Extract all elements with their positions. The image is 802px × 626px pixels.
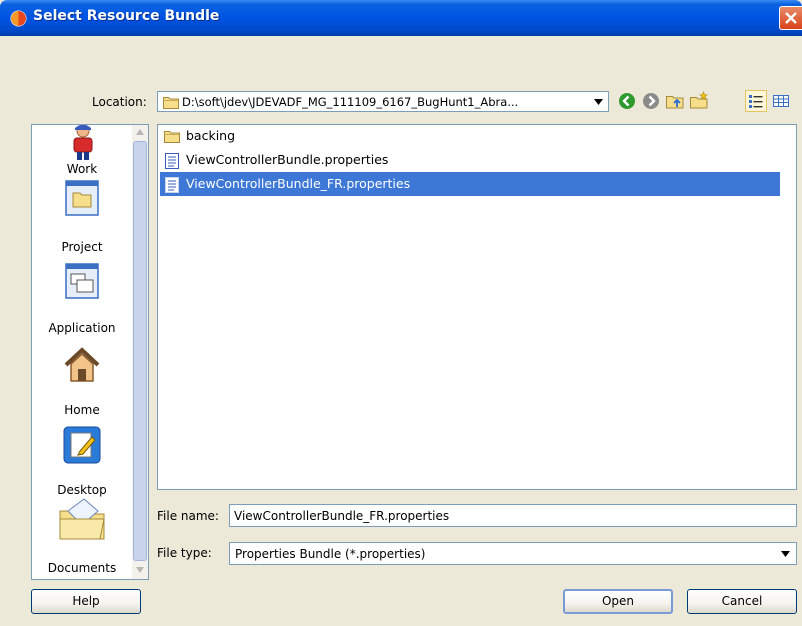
file-item-viewcontrollerbundle-fr[interactable]: ViewControllerBundle_FR.properties — [160, 172, 780, 196]
list-view-icon — [749, 95, 763, 108]
place-label: Project — [61, 240, 103, 254]
close-button[interactable] — [779, 6, 802, 30]
file-name-text: ViewControllerBundle_FR.properties — [186, 176, 411, 191]
documents-icon — [59, 498, 105, 540]
folder-icon — [163, 97, 179, 109]
forward-icon — [643, 93, 659, 109]
oracle-app-icon — [10, 10, 27, 27]
help-button[interactable]: Help — [31, 589, 141, 614]
dialog-title: Select Resource Bundle — [33, 8, 220, 24]
up-folder-button[interactable] — [665, 91, 685, 111]
document-icon — [165, 177, 179, 193]
file-list: backing ViewControllerBundle.properties … — [157, 124, 797, 490]
places-scrollbar[interactable] — [132, 125, 148, 579]
home-icon — [64, 347, 100, 382]
file-item-backing[interactable]: backing — [160, 124, 780, 148]
back-icon — [619, 93, 635, 109]
file-name-input[interactable] — [229, 504, 797, 527]
places-sidebar: Work Project Application Home Desktop Do… — [31, 124, 149, 580]
file-name-text: ViewControllerBundle.properties — [186, 152, 389, 167]
new-folder-button[interactable] — [689, 91, 709, 111]
place-label: Desktop — [57, 483, 107, 497]
file-name-label: File name: — [157, 509, 219, 523]
project-icon — [65, 180, 99, 216]
back-button[interactable] — [617, 91, 637, 111]
file-type-value: Properties Bundle (*.properties) — [235, 547, 426, 561]
application-icon — [65, 263, 99, 299]
select-resource-bundle-dialog: Select Resource Bundle Location: D:\soft… — [0, 0, 802, 626]
close-icon — [785, 12, 797, 24]
chevron-down-icon — [781, 551, 790, 557]
open-button[interactable]: Open — [563, 589, 673, 614]
person-icon — [73, 125, 93, 160]
place-label: Application — [48, 321, 116, 335]
scrollbar-thumb[interactable] — [133, 141, 147, 561]
place-label: Documents — [47, 561, 117, 575]
location-combo[interactable]: D:\soft\jdev\JDEVADF_MG_111109_6167_BugH… — [157, 91, 609, 112]
list-view-button[interactable] — [745, 90, 767, 112]
place-label: Home — [64, 403, 100, 417]
scroll-down-icon — [136, 567, 144, 573]
details-view-icon — [773, 95, 789, 107]
new-folder-icon — [690, 91, 708, 109]
cancel-button[interactable]: Cancel — [687, 589, 797, 614]
up-folder-icon — [666, 96, 684, 109]
file-item-viewcontrollerbundle[interactable]: ViewControllerBundle.properties — [160, 148, 780, 172]
place-label: Work — [66, 162, 98, 176]
document-icon — [165, 153, 179, 169]
file-type-select[interactable]: Properties Bundle (*.properties) — [229, 542, 797, 565]
folder-icon — [164, 131, 180, 143]
title-bar: Select Resource Bundle — [0, 0, 802, 36]
details-view-button[interactable] — [771, 91, 791, 111]
chevron-down-icon — [594, 99, 603, 105]
file-name-text: backing — [186, 128, 236, 143]
scroll-up-icon — [136, 129, 144, 135]
desktop-icon — [63, 426, 101, 464]
location-value: D:\soft\jdev\JDEVADF_MG_111109_6167_BugH… — [182, 95, 519, 109]
file-type-label: File type: — [157, 546, 212, 560]
location-label: Location: — [92, 95, 147, 109]
forward-button[interactable] — [641, 91, 661, 111]
